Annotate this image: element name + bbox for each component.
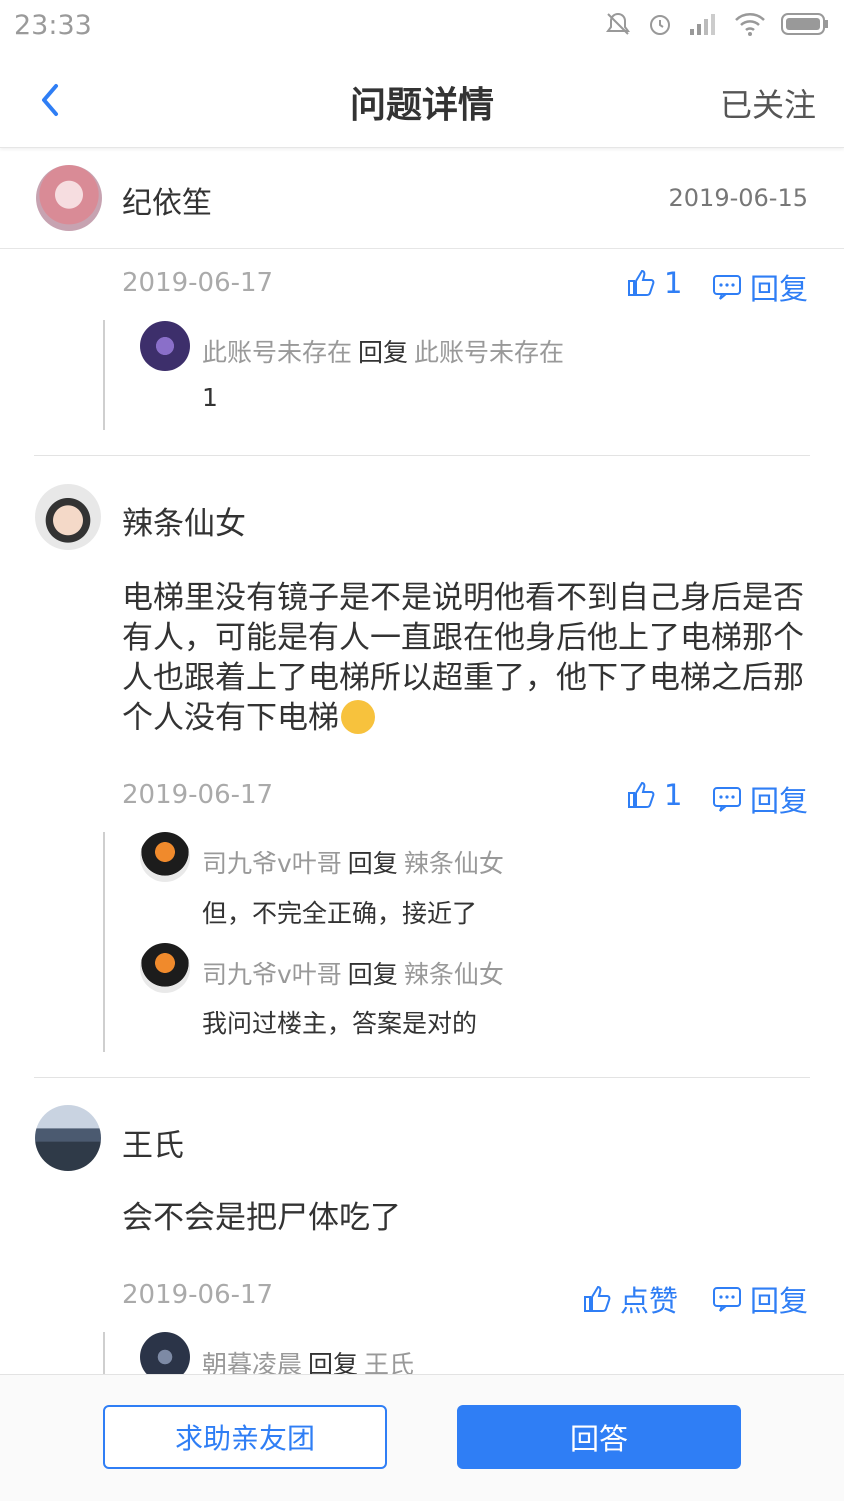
bottom-action-bar: 求助亲友团 回答: [0, 1374, 844, 1501]
comment-icon: [713, 1287, 741, 1312]
reply-label: 回复: [750, 784, 809, 818]
comment-icon: [713, 787, 741, 812]
status-bar: 23:33: [0, 0, 844, 52]
reply-button[interactable]: 回复: [712, 1278, 808, 1320]
notification-off-icon: [606, 12, 630, 35]
reply-label: 回复: [750, 272, 809, 306]
answer-button[interactable]: 回答: [457, 1405, 741, 1469]
reply-header: 司九爷v叶哥 回复 辣条仙女: [202, 955, 504, 991]
avatar[interactable]: [140, 832, 190, 882]
comment-user[interactable]: 王氏: [122, 1120, 184, 1165]
avatar[interactable]: [35, 1105, 101, 1171]
reply-thread: [103, 832, 105, 1052]
alarm-icon: [650, 15, 670, 35]
reply-to[interactable]: 辣条仙女: [404, 849, 504, 878]
reply-header: 此账号未存在 回复 此账号未存在: [202, 333, 564, 369]
reply-header: 司九爷v叶哥 回复 辣条仙女: [202, 844, 504, 880]
reply-thread: [103, 1332, 105, 1374]
like-count: 1: [664, 266, 683, 300]
like-button[interactable]: 1: [626, 778, 682, 812]
signal-icon: [690, 14, 715, 35]
comment-content: 会不会是把尸体吃了: [122, 1200, 401, 1236]
asker-date: 2019-06-15: [668, 184, 808, 212]
reply-from[interactable]: 司九爷v叶哥: [202, 849, 342, 878]
reply-from[interactable]: 此账号未存在: [202, 338, 352, 367]
reply-button[interactable]: 回复: [712, 778, 808, 820]
reply-verb: 回复: [347, 849, 398, 878]
thumbs-up-icon: [584, 1285, 611, 1312]
thumbs-up-icon: [628, 269, 655, 296]
reply-to[interactable]: 辣条仙女: [404, 960, 504, 989]
comment-text: 电梯里没有镜子是不是说明他看不到自己身后是否有人，可能是有人一直跟在他身后他上了…: [122, 580, 804, 736]
comment-date: 2019-06-17: [122, 268, 274, 298]
reply-verb: 回复: [358, 338, 409, 367]
reply-button[interactable]: 回复: [712, 266, 808, 308]
avatar[interactable]: [36, 165, 102, 231]
comment-icon: [713, 275, 741, 300]
battery-icon: [781, 13, 828, 35]
reply-label: 回复: [750, 1284, 809, 1318]
avatar[interactable]: [140, 943, 190, 993]
like-button[interactable]: 点赞: [582, 1278, 678, 1320]
thumbs-up-icon: [628, 781, 655, 808]
comment-content: 电梯里没有镜子是不是说明他看不到自己身后是否有人，可能是有人一直跟在他身后他上了…: [122, 578, 822, 738]
wifi-icon: [735, 13, 765, 36]
reply-thread: [103, 320, 105, 430]
avatar[interactable]: [35, 484, 101, 550]
like-label: 点赞: [620, 1284, 679, 1318]
like-button[interactable]: 1: [626, 266, 682, 300]
reply-text: 但，不完全正确，接近了: [202, 899, 478, 928]
asker-row: 纪依笙 2019-06-15: [0, 148, 844, 249]
thinking-emoji-icon: [341, 700, 375, 734]
divider: [34, 455, 810, 456]
page-title: 问题详情: [349, 85, 494, 126]
follow-button[interactable]: 已关注: [720, 80, 816, 126]
reply-verb: 回复: [347, 960, 398, 989]
reply-from[interactable]: 司九爷v叶哥: [202, 960, 342, 989]
help-friends-button[interactable]: 求助亲友团: [103, 1405, 387, 1469]
reply-to[interactable]: 此账号未存在: [414, 338, 564, 367]
comment-date: 2019-06-17: [122, 1280, 274, 1310]
like-count: 1: [664, 778, 683, 812]
reply-text: 1: [202, 383, 218, 412]
status-time: 23:33: [14, 10, 92, 41]
asker-name[interactable]: 纪依笙: [122, 178, 212, 222]
nav-bar: 问题详情 已关注: [0, 52, 844, 148]
reply-text: 我问过楼主，答案是对的: [202, 1009, 478, 1038]
avatar[interactable]: [140, 321, 190, 371]
comment-date: 2019-06-17: [122, 780, 274, 810]
comment-user[interactable]: 辣条仙女: [122, 498, 246, 543]
divider: [34, 1077, 810, 1078]
